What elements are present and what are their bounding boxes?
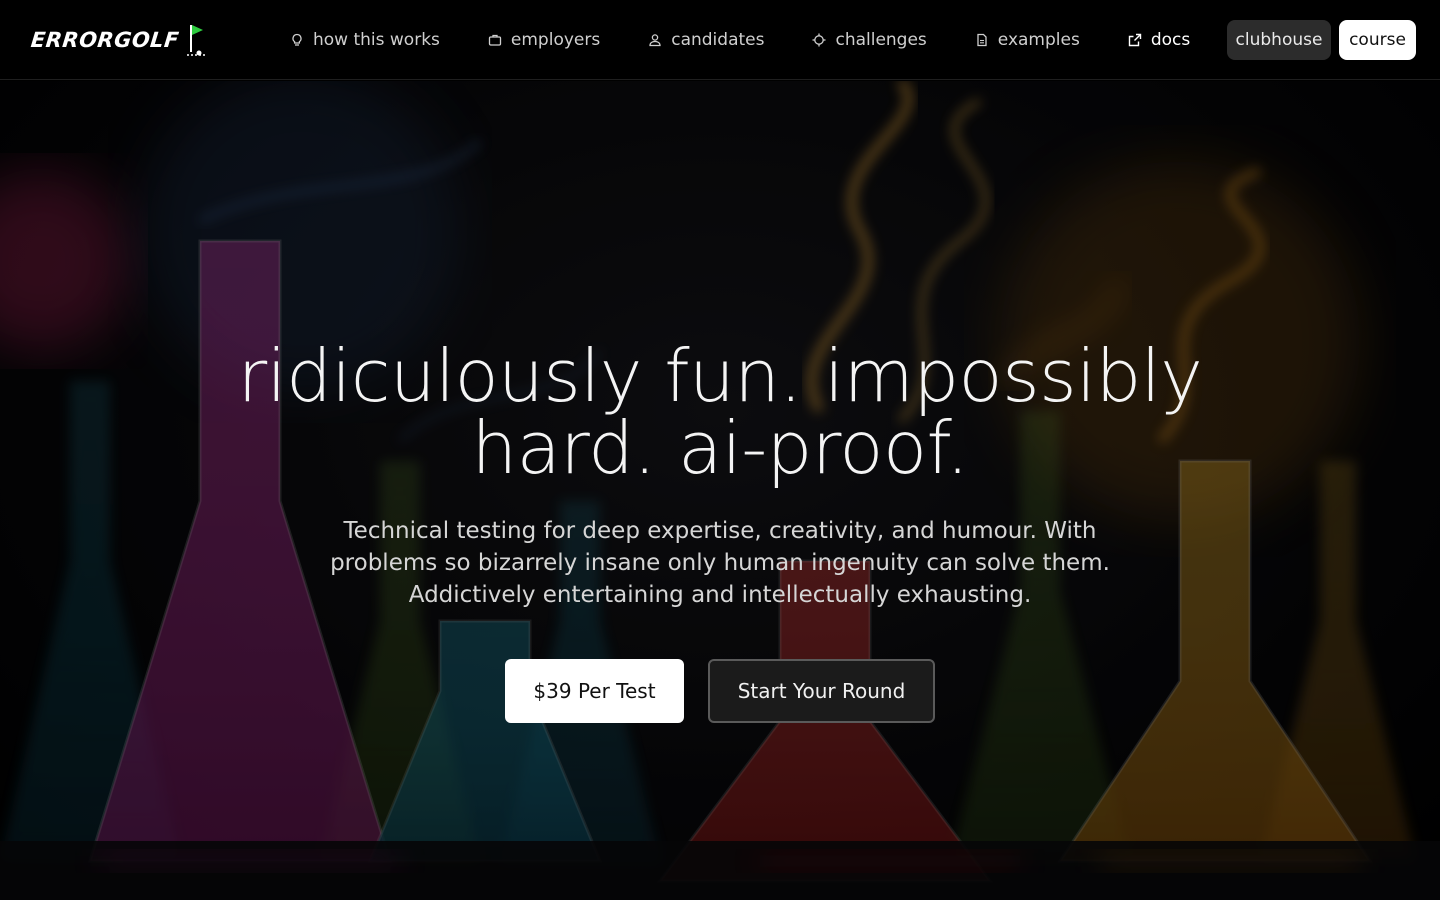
nav-label: how this works: [313, 30, 440, 50]
golf-flag-icon: [187, 25, 206, 56]
subtext-line-2: problems so bizarrely insane only human …: [330, 550, 1110, 576]
nav-how-this-works[interactable]: how this works: [290, 30, 440, 50]
nav-challenges[interactable]: challenges: [812, 30, 927, 50]
nav-label: candidates: [671, 30, 765, 50]
hero-headline: ridiculously fun. impossibly hard. ai-pr…: [220, 340, 1220, 484]
nav-label: docs: [1150, 30, 1191, 50]
headline-line-2: hard. ai-proof.: [471, 406, 970, 490]
target-icon: [812, 33, 826, 47]
price-per-test-button[interactable]: $39 Per Test: [505, 659, 684, 723]
hero-subtext: Technical testing for deep expertise, cr…: [320, 515, 1120, 611]
nav-label: employers: [510, 30, 601, 50]
document-icon: [977, 33, 987, 47]
main-nav: how this works employers candidates chal…: [290, 0, 1238, 80]
subtext-line-3: Addictively entertaining and intellectua…: [408, 582, 1032, 608]
nav-employers[interactable]: employers: [488, 30, 600, 50]
nav-label: challenges: [835, 30, 927, 50]
clubhouse-button[interactable]: clubhouse: [1227, 20, 1331, 60]
user-icon: [649, 34, 661, 47]
hero-section: ridiculously fun. impossibly hard. ai-pr…: [0, 81, 1440, 900]
top-navbar: ERRORGOLF how this works employers candi…: [0, 0, 1440, 80]
briefcase-icon: [488, 34, 502, 46]
start-your-round-button[interactable]: Start Your Round: [708, 659, 935, 723]
errorgolf-logo[interactable]: ERRORGOLF: [29, 22, 207, 58]
subtext-line-1: Technical testing for deep expertise, cr…: [343, 518, 1097, 544]
external-link-icon: [1128, 33, 1142, 47]
nav-candidates[interactable]: candidates: [648, 30, 764, 50]
course-button[interactable]: course: [1339, 20, 1416, 60]
lightbulb-icon: [292, 33, 302, 46]
nav-docs[interactable]: docs: [1128, 30, 1190, 50]
nav-examples[interactable]: examples: [975, 30, 1080, 50]
logo-wordmark: ERRORGOLF: [29, 28, 181, 52]
hero-dark-overlay: [0, 81, 1440, 900]
nav-label: examples: [997, 30, 1080, 50]
